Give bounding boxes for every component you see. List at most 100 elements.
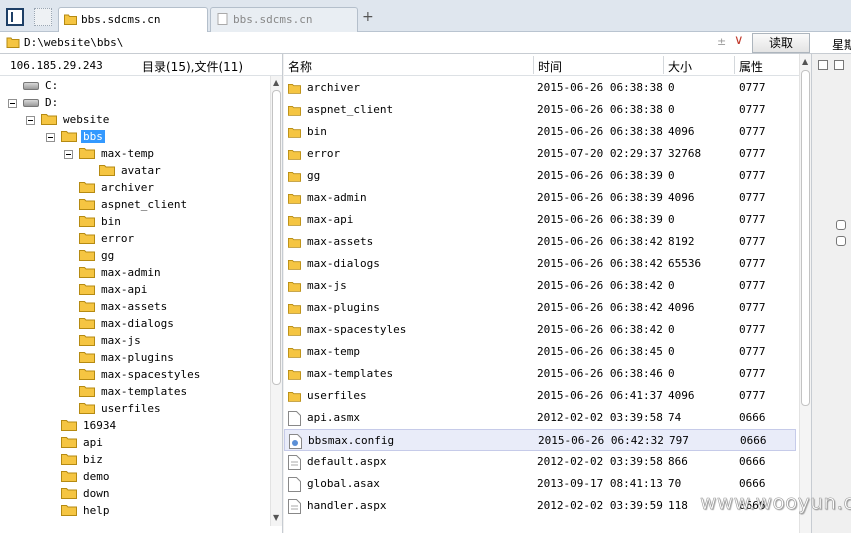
file-row[interactable]: api.asmx 2012-02-02 03:39:58 74 0666 [284, 407, 796, 429]
tree-node[interactable]: max-api [79, 281, 149, 298]
tree-node[interactable]: archiver [79, 179, 156, 196]
directory-tree: C: D: website bbs max-temp avatar archiver aspn… [0, 76, 270, 526]
file-row[interactable]: max-admin 2015-06-26 06:38:39 4096 0777 [284, 187, 796, 209]
scrollbar-thumb[interactable] [272, 90, 281, 385]
tree-node[interactable]: max-assets [79, 298, 169, 315]
file-row[interactable]: default.aspx 2012-02-02 03:39:58 866 0666 [284, 451, 796, 473]
tree-node[interactable]: userfiles [79, 400, 163, 417]
file-row[interactable]: bbsmax.config 2015-06-26 06:42:32 797 0666 [284, 429, 796, 451]
tree-node-label: max-assets [101, 300, 168, 313]
address-path-input[interactable]: D:\website\bbs\ [24, 36, 123, 49]
file-time: 2015-06-26 06:38:38 [537, 81, 663, 94]
tree-node[interactable]: max-plugins [79, 349, 176, 366]
scrollbar-thumb[interactable] [801, 70, 810, 406]
file-row[interactable]: archiver 2015-06-26 06:38:38 0 0777 [284, 77, 796, 99]
column-time[interactable]: 时间 [538, 58, 562, 75]
tree-node[interactable]: error [79, 230, 136, 247]
file-name: max-api [307, 213, 354, 226]
collapse-toggle-icon[interactable] [8, 98, 17, 108]
file-size: 0 [668, 81, 675, 94]
file-size: 32768 [668, 147, 702, 160]
file-time: 2015-06-26 06:38:39 [537, 213, 663, 226]
file-row[interactable]: aspnet_client 2015-06-26 06:38:38 0 0777 [284, 99, 796, 121]
collapse-toggle-icon[interactable] [64, 149, 73, 159]
tree-node[interactable]: C: [23, 77, 60, 94]
folder-icon [61, 471, 77, 482]
file-attr: 0777 [739, 235, 766, 248]
folder-icon [288, 260, 301, 270]
tree-node[interactable]: avatar [99, 162, 163, 179]
collapse-toggle-icon[interactable] [46, 132, 55, 142]
file-row[interactable]: bin 2015-06-26 06:38:38 4096 0777 [284, 121, 796, 143]
file-row[interactable]: max-temp 2015-06-26 06:38:45 0 0777 [284, 341, 796, 363]
column-attr[interactable]: 属性 [739, 58, 763, 75]
tree-node[interactable]: max-templates [79, 383, 189, 400]
collapse-toggle-icon[interactable] [26, 115, 35, 125]
tree-node[interactable]: D: [8, 94, 60, 111]
file-name: default.aspx [307, 455, 387, 468]
file-row[interactable]: max-templates 2015-06-26 06:38:46 0 0777 [284, 363, 796, 385]
add-bookmark-icon[interactable]: ± [717, 35, 726, 48]
file-name: bbsmax.config [308, 434, 395, 447]
file-attr: 0777 [739, 279, 766, 292]
file-size: 797 [669, 434, 689, 447]
tree-node-label: help [83, 504, 110, 517]
tree-node[interactable]: max-spacestyles [79, 366, 202, 383]
tree-node[interactable]: bbs [46, 128, 105, 145]
file-name: handler.aspx [307, 499, 387, 512]
file-row[interactable]: max-spacestyles 2015-06-26 06:38:42 0 0777 [284, 319, 796, 341]
file-row[interactable]: userfiles 2015-06-26 06:41:37 4096 0777 [284, 385, 796, 407]
database-icon[interactable] [836, 236, 846, 246]
tree-node[interactable]: max-admin [79, 264, 163, 281]
file-size: 0 [668, 345, 675, 358]
add-tab-button[interactable]: + [362, 9, 374, 25]
read-button[interactable]: 读取 [752, 33, 810, 53]
tree-node[interactable]: gg [79, 247, 116, 264]
tree-node[interactable]: down [61, 485, 112, 502]
tree-node[interactable]: 16934 [61, 417, 118, 434]
tree-node-label: max-spacestyles [101, 368, 201, 381]
directory-tree-pane: 106.185.29.243 目录(15),文件(11) C: D: website… [0, 54, 283, 533]
folder-icon [79, 386, 95, 397]
tab-inactive[interactable]: bbs.sdcms.cn [210, 7, 358, 32]
new-window-icon[interactable] [34, 8, 52, 26]
file-time: 2015-06-26 06:38:42 [537, 235, 663, 248]
file-row[interactable]: max-dialogs 2015-06-26 06:38:42 65536 0777 [284, 253, 796, 275]
file-size: 118 [668, 499, 688, 512]
file-name: max-temp [307, 345, 360, 358]
chevron-down-icon[interactable]: ∨ [734, 33, 744, 48]
scroll-up-icon[interactable]: ▲ [273, 78, 279, 87]
panel-toggle-icon[interactable] [6, 8, 24, 26]
tree-node[interactable]: api [61, 434, 105, 451]
terminal-icon[interactable] [836, 220, 846, 230]
tree-node[interactable]: demo [61, 468, 112, 485]
tree-node[interactable]: aspnet_client [79, 196, 189, 213]
file-row[interactable]: gg 2015-06-26 06:38:39 0 0777 [284, 165, 796, 187]
tree-node[interactable]: bin [79, 213, 123, 230]
tree-node[interactable]: biz [61, 451, 105, 468]
tree-scrollbar[interactable]: ▲ ▼ [270, 76, 282, 526]
file-row[interactable]: max-plugins 2015-06-26 06:38:42 4096 0777 [284, 297, 796, 319]
folder-icon [288, 238, 301, 248]
column-name[interactable]: 名称 [288, 58, 312, 75]
collapse-icon[interactable] [818, 60, 828, 70]
panel-icon[interactable] [834, 60, 844, 70]
file-list-scrollbar[interactable]: ▲ [799, 54, 811, 533]
file-size: 0 [668, 279, 675, 292]
tab-active[interactable]: bbs.sdcms.cn [58, 7, 208, 33]
file-time: 2015-06-26 06:42:32 [538, 434, 664, 447]
tree-node[interactable]: website [26, 111, 111, 128]
file-row[interactable]: error 2015-07-20 02:29:37 32768 0777 [284, 143, 796, 165]
scroll-down-icon[interactable]: ▼ [273, 513, 279, 522]
file-row[interactable]: max-assets 2015-06-26 06:38:42 8192 0777 [284, 231, 796, 253]
tree-node[interactable]: max-temp [64, 145, 156, 162]
tree-node[interactable]: help [61, 502, 112, 519]
file-attr: 0666 [739, 455, 766, 468]
tree-node[interactable]: max-js [79, 332, 143, 349]
file-row[interactable]: max-api 2015-06-26 06:38:39 0 0777 [284, 209, 796, 231]
file-row[interactable]: max-js 2015-06-26 06:38:42 0 0777 [284, 275, 796, 297]
tree-node[interactable]: max-dialogs [79, 315, 176, 332]
folder-icon [288, 304, 301, 314]
scroll-up-icon[interactable]: ▲ [802, 57, 808, 66]
column-size[interactable]: 大小 [668, 58, 692, 75]
